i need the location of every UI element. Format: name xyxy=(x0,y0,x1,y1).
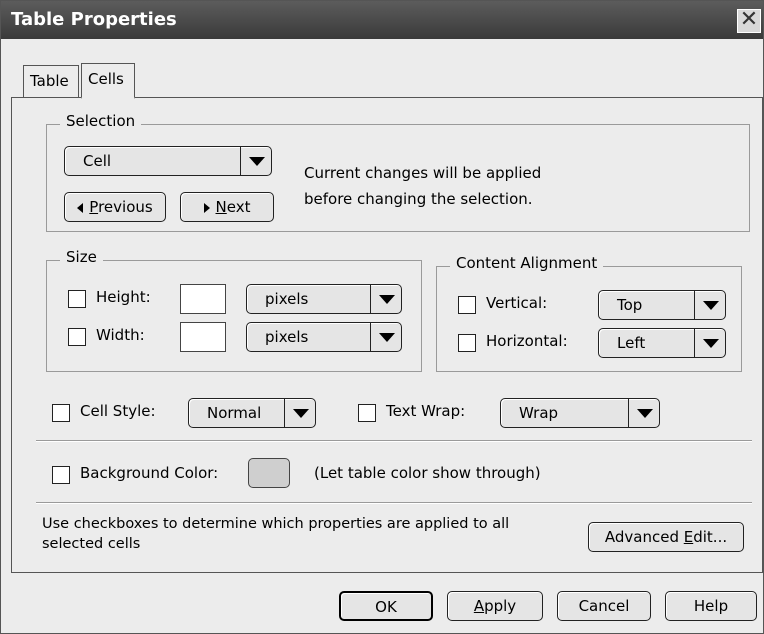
tab-cells[interactable]: Cells xyxy=(81,63,135,99)
advanced-edit-mnemonic: E xyxy=(683,528,694,546)
text-wrap-checkbox[interactable] xyxy=(358,404,376,422)
next-mnemonic: N xyxy=(215,198,227,216)
selection-dropdown-value: Cell xyxy=(83,152,112,170)
height-unit-value: pixels xyxy=(265,290,309,308)
height-input[interactable] xyxy=(180,284,226,314)
arrow-right-icon xyxy=(203,202,210,213)
cell-style-checkbox[interactable] xyxy=(52,404,70,422)
text-wrap-value: Wrap xyxy=(519,404,559,422)
ok-label: OK xyxy=(375,598,397,616)
text-wrap-label: Text Wrap: xyxy=(386,402,466,420)
next-button[interactable]: Next xyxy=(180,192,274,222)
height-checkbox[interactable] xyxy=(68,290,86,308)
width-label: Width: xyxy=(96,326,145,344)
selection-info-line2: before changing the selection. xyxy=(304,190,533,208)
selection-dropdown[interactable]: Cell xyxy=(64,146,272,176)
size-group xyxy=(46,260,422,372)
cancel-button[interactable]: Cancel xyxy=(557,591,651,621)
next-label: ext xyxy=(226,198,251,216)
table-properties-dialog: Table Properties ✕ Table Cells Selection… xyxy=(0,0,764,634)
cell-style-value: Normal xyxy=(207,404,262,422)
help-text-line1: Use checkboxes to determine which proper… xyxy=(42,516,510,532)
chevron-down-icon xyxy=(370,323,401,351)
chevron-down-icon xyxy=(240,147,271,175)
background-color-note: (Let table color show through) xyxy=(314,464,541,482)
help-button[interactable]: Help xyxy=(665,591,757,621)
background-color-swatch[interactable] xyxy=(248,458,290,488)
content-alignment-legend: Content Alignment xyxy=(450,254,604,272)
horizontal-checkbox[interactable] xyxy=(458,334,476,352)
vertical-dropdown[interactable]: Top xyxy=(598,290,726,320)
horizontal-dropdown[interactable]: Left xyxy=(598,328,726,358)
chevron-down-icon xyxy=(628,399,659,427)
cells-tab-panel: Selection Cell Previous Next Current cha… xyxy=(11,97,763,573)
width-checkbox[interactable] xyxy=(68,328,86,346)
tab-table[interactable]: Table xyxy=(23,65,79,97)
height-label: Height: xyxy=(96,288,151,306)
advanced-edit-label-post: dit... xyxy=(693,528,728,546)
chevron-down-icon xyxy=(694,329,725,357)
cancel-label: Cancel xyxy=(578,597,630,615)
chevron-down-icon xyxy=(284,399,315,427)
width-input[interactable] xyxy=(180,322,226,352)
apply-button[interactable]: Apply xyxy=(447,591,543,621)
apply-mnemonic: A xyxy=(473,597,485,615)
vertical-label: Vertical: xyxy=(486,294,548,312)
tab-cells-label: Cells xyxy=(88,70,124,88)
tab-table-label: Table xyxy=(30,72,69,90)
previous-label: revious xyxy=(98,198,153,216)
selection-info-line1: Current changes will be applied xyxy=(304,164,542,182)
advanced-edit-button[interactable]: Advanced Edit... xyxy=(588,522,744,552)
chevron-down-icon xyxy=(370,285,401,313)
horizontal-value: Left xyxy=(617,334,646,352)
dialog-title: Table Properties xyxy=(11,9,177,30)
apply-label: pply xyxy=(484,597,517,615)
text-wrap-dropdown[interactable]: Wrap xyxy=(500,398,660,428)
previous-mnemonic: P xyxy=(89,198,99,216)
height-unit-dropdown[interactable]: pixels xyxy=(246,284,402,314)
vertical-value: Top xyxy=(617,296,643,314)
cell-style-label: Cell Style: xyxy=(80,402,156,420)
previous-button[interactable]: Previous xyxy=(64,192,166,222)
width-unit-dropdown[interactable]: pixels xyxy=(246,322,402,352)
size-legend: Size xyxy=(60,248,103,266)
vertical-checkbox[interactable] xyxy=(458,296,476,314)
ok-button[interactable]: OK xyxy=(339,591,433,621)
title-bar: Table Properties ✕ xyxy=(1,1,763,39)
close-icon[interactable]: ✕ xyxy=(737,9,761,33)
help-text-line2: selected cells xyxy=(42,536,141,552)
arrow-left-icon xyxy=(77,202,84,213)
selection-legend: Selection xyxy=(60,112,142,130)
chevron-down-icon xyxy=(694,291,725,319)
horizontal-label: Horizontal: xyxy=(486,332,568,350)
background-color-label: Background Color: xyxy=(80,464,219,482)
cell-style-dropdown[interactable]: Normal xyxy=(188,398,316,428)
divider xyxy=(36,440,752,442)
advanced-edit-label-pre: Advanced xyxy=(604,528,684,546)
divider xyxy=(36,502,752,504)
background-color-checkbox[interactable] xyxy=(52,466,70,484)
width-unit-value: pixels xyxy=(265,328,309,346)
help-label: Help xyxy=(693,597,729,615)
